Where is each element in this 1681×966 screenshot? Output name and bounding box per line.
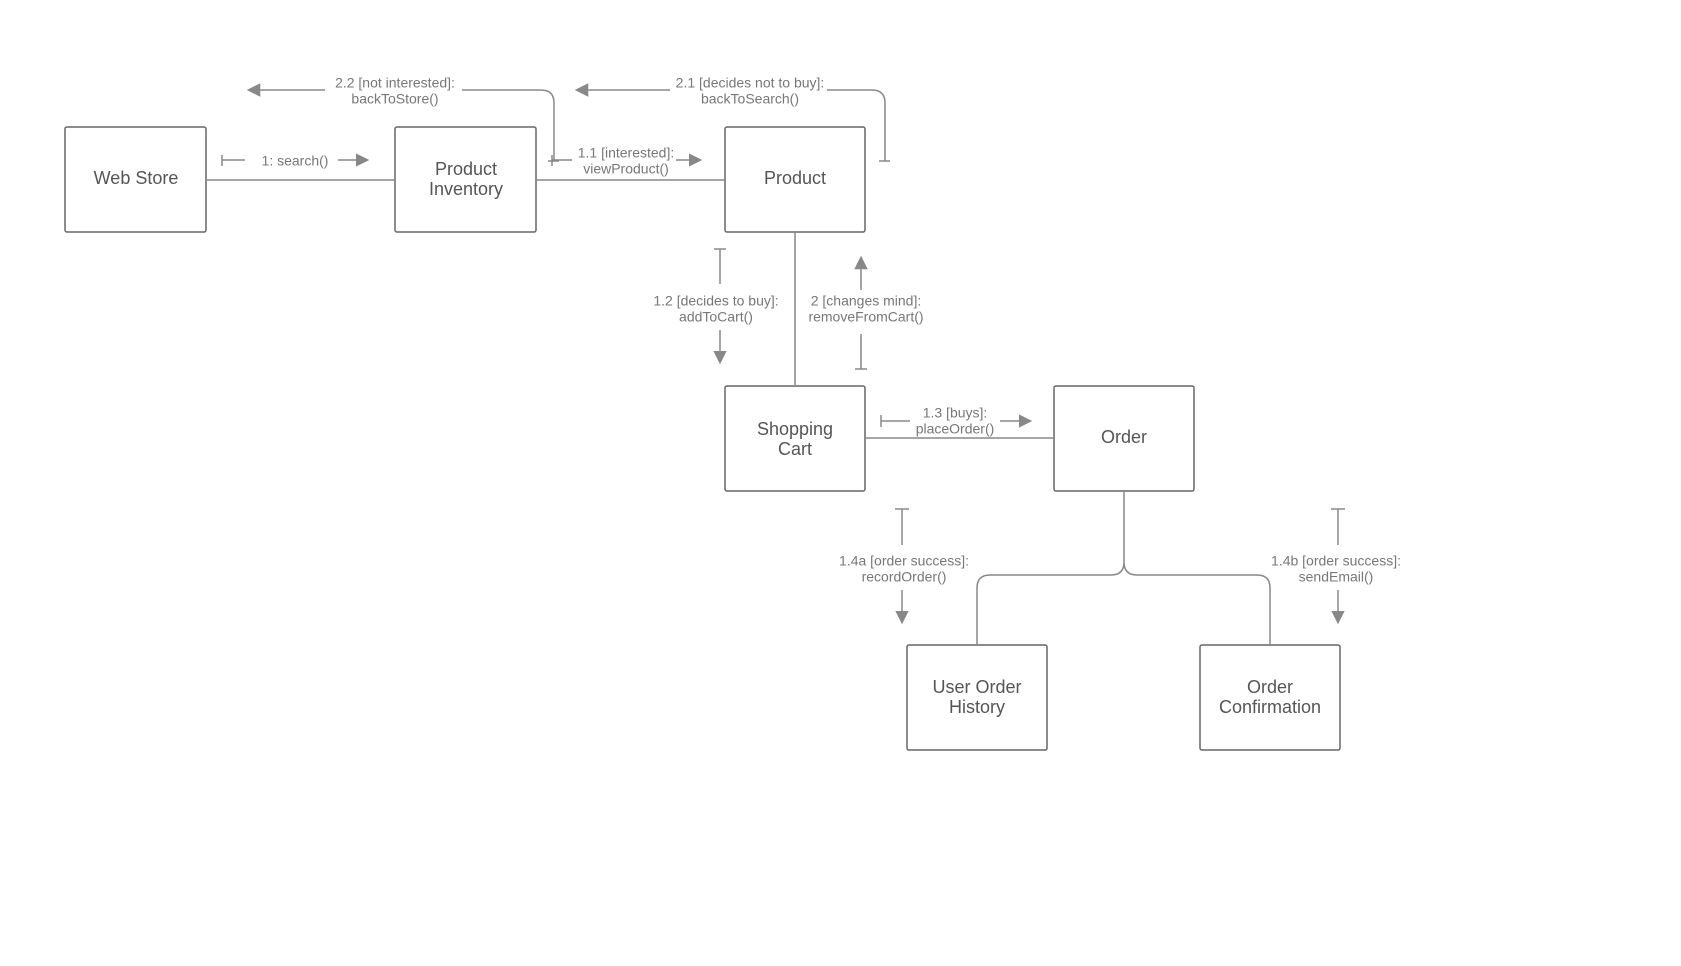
assoc-fork-line [977,491,1270,645]
node-product: Product [725,127,865,232]
edge-label: 2.1 [decides not to buy]: [676,75,825,91]
edge-search: 1: search() [222,153,367,169]
edge-label: 1.1 [interested]: [578,145,675,161]
edge-label: 1.2 [decides to buy]: [653,293,778,309]
edge-label: 1: search() [262,153,329,169]
node-order: Order [1054,386,1194,491]
node-label: Product [435,159,497,179]
node-order-confirmation: Order Confirmation [1200,645,1340,750]
edge-send-email: 1.4b [order success]: sendEmail() [1271,509,1401,622]
node-label: Confirmation [1219,697,1321,717]
edge-remove-from-cart: 2 [changes mind]: removeFromCart() [808,258,923,369]
node-label: Web Store [94,168,179,188]
node-label: Order [1247,677,1293,697]
node-shopping-cart: Shopping Cart [725,386,865,491]
node-label: Shopping [757,419,833,439]
edge-view-product: 1.1 [interested]: viewProduct() [552,145,700,177]
communication-diagram: Web Store Product Inventory Product Shop… [0,0,1681,966]
edge-label: 1.4a [order success]: [839,553,969,569]
node-label: History [949,697,1005,717]
edge-add-to-cart: 1.2 [decides to buy]: addToCart() [653,249,778,362]
node-label: Inventory [429,179,503,199]
node-label: Cart [778,439,812,459]
node-product-inventory: Product Inventory [395,127,536,232]
edge-label: placeOrder() [916,421,995,437]
node-user-order-history: User Order History [907,645,1047,750]
node-web-store: Web Store [65,127,206,232]
edge-label: 2 [changes mind]: [811,293,922,309]
node-label: User Order [932,677,1021,697]
edge-label: recordOrder() [862,569,947,585]
edge-record-order: 1.4a [order success]: recordOrder() [839,509,969,622]
edge-place-order: 1.3 [buys]: placeOrder() [881,405,1030,437]
edge-label: 1.4b [order success]: [1271,553,1401,569]
edge-label: addToCart() [679,309,753,325]
edge-label: backToSearch() [701,91,799,107]
edge-label: sendEmail() [1299,569,1374,585]
edge-label: removeFromCart() [808,309,923,325]
node-label: Order [1101,427,1147,447]
edge-label: 2.2 [not interested]: [335,75,455,91]
edge-label: backToStore() [351,91,438,107]
node-label: Product [764,168,826,188]
edge-label: viewProduct() [583,161,669,177]
edge-label: 1.3 [buys]: [923,405,988,421]
